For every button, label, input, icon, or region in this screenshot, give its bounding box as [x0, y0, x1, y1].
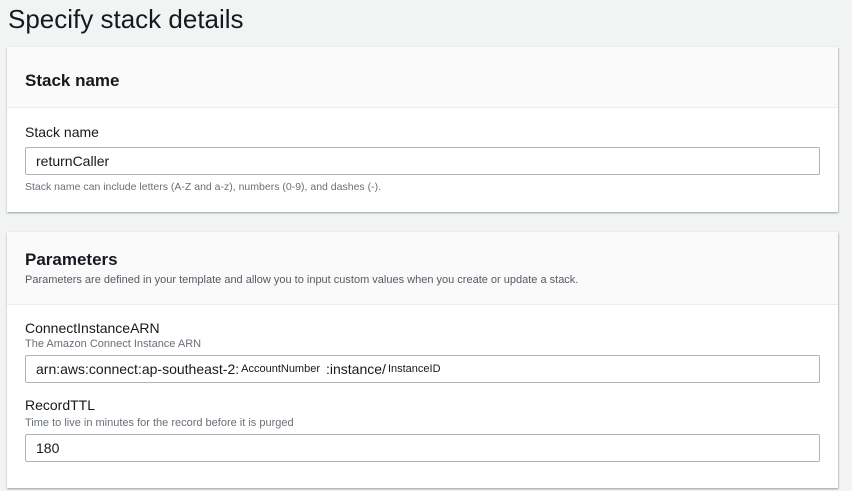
param-label-record-ttl: RecordTTL [25, 397, 96, 413]
stack-name-heading: Stack name [25, 71, 120, 90]
stack-name-hint: Stack name can include letters (A-Z and … [25, 181, 381, 193]
connect-instance-arn-input[interactable]: arn:aws:connect:ap-southeast-2: AccountN… [25, 355, 820, 383]
parameters-panel: Parameters Parameters are defined in you… [7, 232, 838, 488]
arn-account-number: AccountNumber [241, 363, 320, 375]
stack-name-panel-header: Stack name [7, 47, 838, 108]
page-title: Specify stack details [8, 4, 244, 34]
param-label-connect-instance-arn: ConnectInstanceARN [25, 320, 160, 336]
parameters-panel-header: Parameters Parameters are defined in you… [7, 232, 838, 305]
stack-name-label: Stack name [25, 124, 99, 140]
stack-name-input[interactable]: returnCaller [25, 147, 820, 175]
param-description-connect-instance-arn: The Amazon Connect Instance ARN [25, 338, 202, 350]
arn-middle: :instance/ [326, 361, 386, 377]
parameters-description: Parameters are defined in your template … [25, 274, 579, 286]
parameters-heading: Parameters [25, 250, 118, 269]
stack-name-panel: Stack name Stack name returnCaller Stack… [7, 47, 838, 212]
arn-prefix: arn:aws:connect:ap-southeast-2: [36, 361, 240, 377]
arn-instance-id: InstanceID [387, 363, 441, 375]
param-description-record-ttl: Time to live in minutes for the record b… [25, 417, 294, 429]
record-ttl-input[interactable]: 180 [25, 434, 820, 462]
